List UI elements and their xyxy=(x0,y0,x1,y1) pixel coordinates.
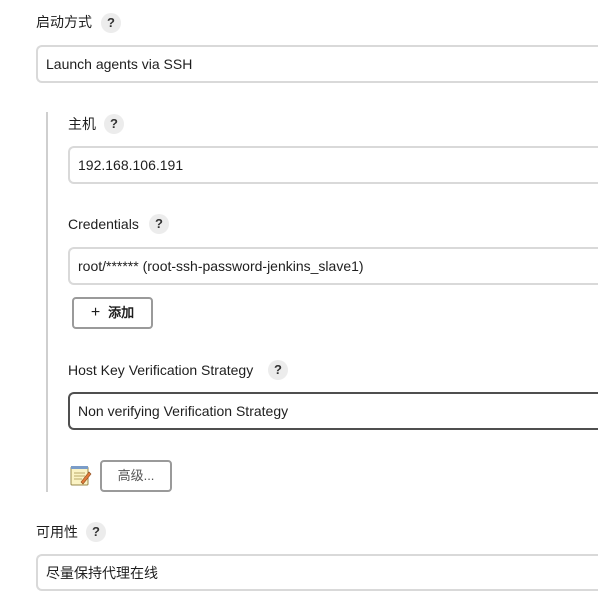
credentials-label: Credentials xyxy=(68,216,139,232)
launch-method-help-icon[interactable]: ? xyxy=(101,13,121,33)
host-key-label: Host Key Verification Strategy xyxy=(68,362,254,378)
availability-label: 可用性 xyxy=(36,524,78,540)
credentials-help-icon[interactable]: ? xyxy=(149,214,169,234)
host-key-help-icon[interactable]: ? xyxy=(268,360,288,380)
host-label: 主机 xyxy=(68,116,96,132)
plus-icon: + xyxy=(90,304,101,321)
availability-select[interactable]: 尽量保持代理在线 xyxy=(36,554,598,591)
credentials-select[interactable]: root/****** (root-ssh-password-jenkins_s… xyxy=(68,247,598,285)
add-credentials-button[interactable]: + 添加 xyxy=(72,297,153,329)
host-key-strategy-select[interactable]: Non verifying Verification Strategy xyxy=(68,392,598,430)
availability-help-icon[interactable]: ? xyxy=(86,522,106,542)
launch-method-label: 启动方式 xyxy=(36,14,92,30)
launch-method-select[interactable]: Launch agents via SSH xyxy=(36,45,598,83)
notepad-icon xyxy=(70,466,92,486)
advanced-button[interactable]: 高级... xyxy=(100,460,172,492)
nested-section-bar xyxy=(46,112,48,492)
host-input[interactable]: 192.168.106.191 xyxy=(68,146,598,184)
add-credentials-label: 添加 xyxy=(108,305,135,320)
node-config-form: 启动方式 ? Launch agents via SSH 主机 ? 192.16… xyxy=(0,0,598,591)
host-help-icon[interactable]: ? xyxy=(104,114,124,134)
